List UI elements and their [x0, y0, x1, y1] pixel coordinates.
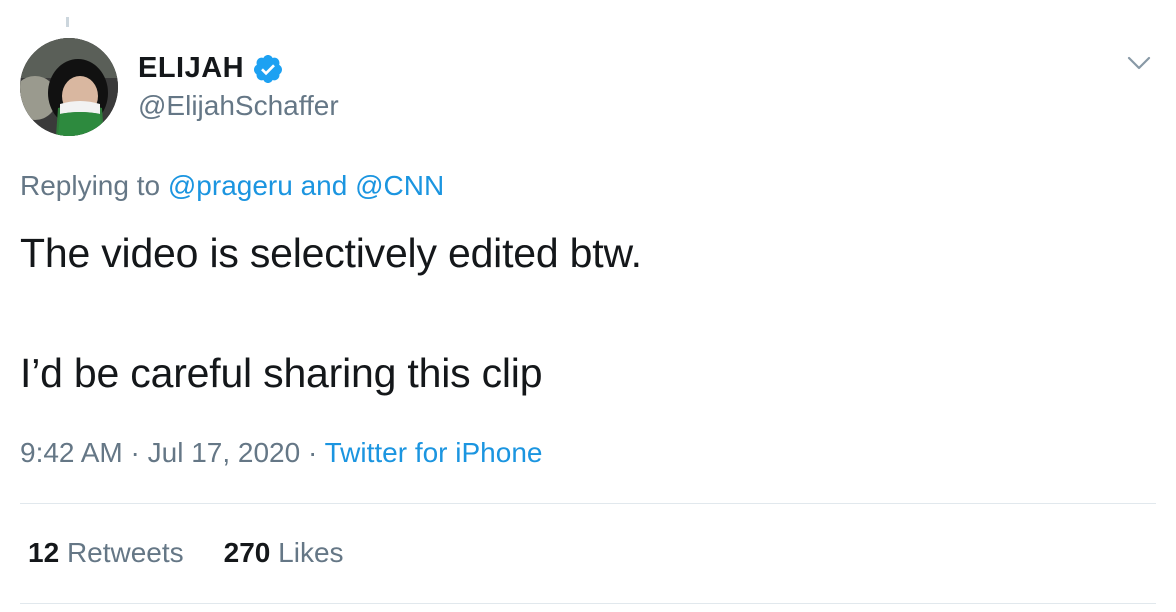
chevron-down-icon[interactable]	[1126, 50, 1152, 76]
meta-separator: ·	[307, 437, 318, 468]
display-name[interactable]: ELIJAH	[138, 52, 244, 85]
tweet-text-line-1: The video is selectively edited btw.	[20, 230, 642, 276]
user-name-row[interactable]: ELIJAH	[138, 52, 284, 85]
likes-label: Likes	[278, 537, 344, 568]
avatar-image	[20, 38, 118, 136]
tweet-stats: 12 Retweets 270 Likes	[28, 537, 344, 569]
retweets-count: 12	[28, 537, 60, 568]
tweet-date[interactable]: Jul 17, 2020	[148, 437, 301, 468]
tweet-text-line-2: I’d be careful sharing this clip	[20, 350, 543, 396]
avatar[interactable]	[20, 38, 118, 136]
retweets-stat[interactable]: 12 Retweets	[28, 537, 184, 569]
likes-count: 270	[223, 537, 271, 568]
meta-separator: ·	[130, 437, 140, 468]
mention-and-text[interactable]: and	[301, 170, 348, 201]
replying-to-label: Replying to	[20, 170, 161, 201]
user-handle[interactable]: @ElijahSchaffer	[138, 90, 339, 122]
thread-connector-line	[66, 17, 69, 27]
mention-cnn-link[interactable]: @CNN	[355, 170, 444, 201]
mention-prageru-link[interactable]: @prageru	[168, 170, 293, 201]
replying-to-line: Replying to @prageru and @CNN	[20, 170, 444, 202]
divider-top	[20, 503, 1156, 504]
divider-bottom	[20, 603, 1156, 604]
likes-stat[interactable]: 270 Likes	[224, 537, 344, 569]
retweets-label: Retweets	[66, 537, 184, 568]
tweet-meta: 9:42 AM · Jul 17, 2020 · Twitter for iPh…	[20, 437, 542, 469]
verified-badge-icon	[252, 53, 284, 85]
tweet-source-link[interactable]: Twitter for iPhone	[325, 437, 543, 468]
tweet-time[interactable]: 9:42 AM	[20, 437, 123, 468]
